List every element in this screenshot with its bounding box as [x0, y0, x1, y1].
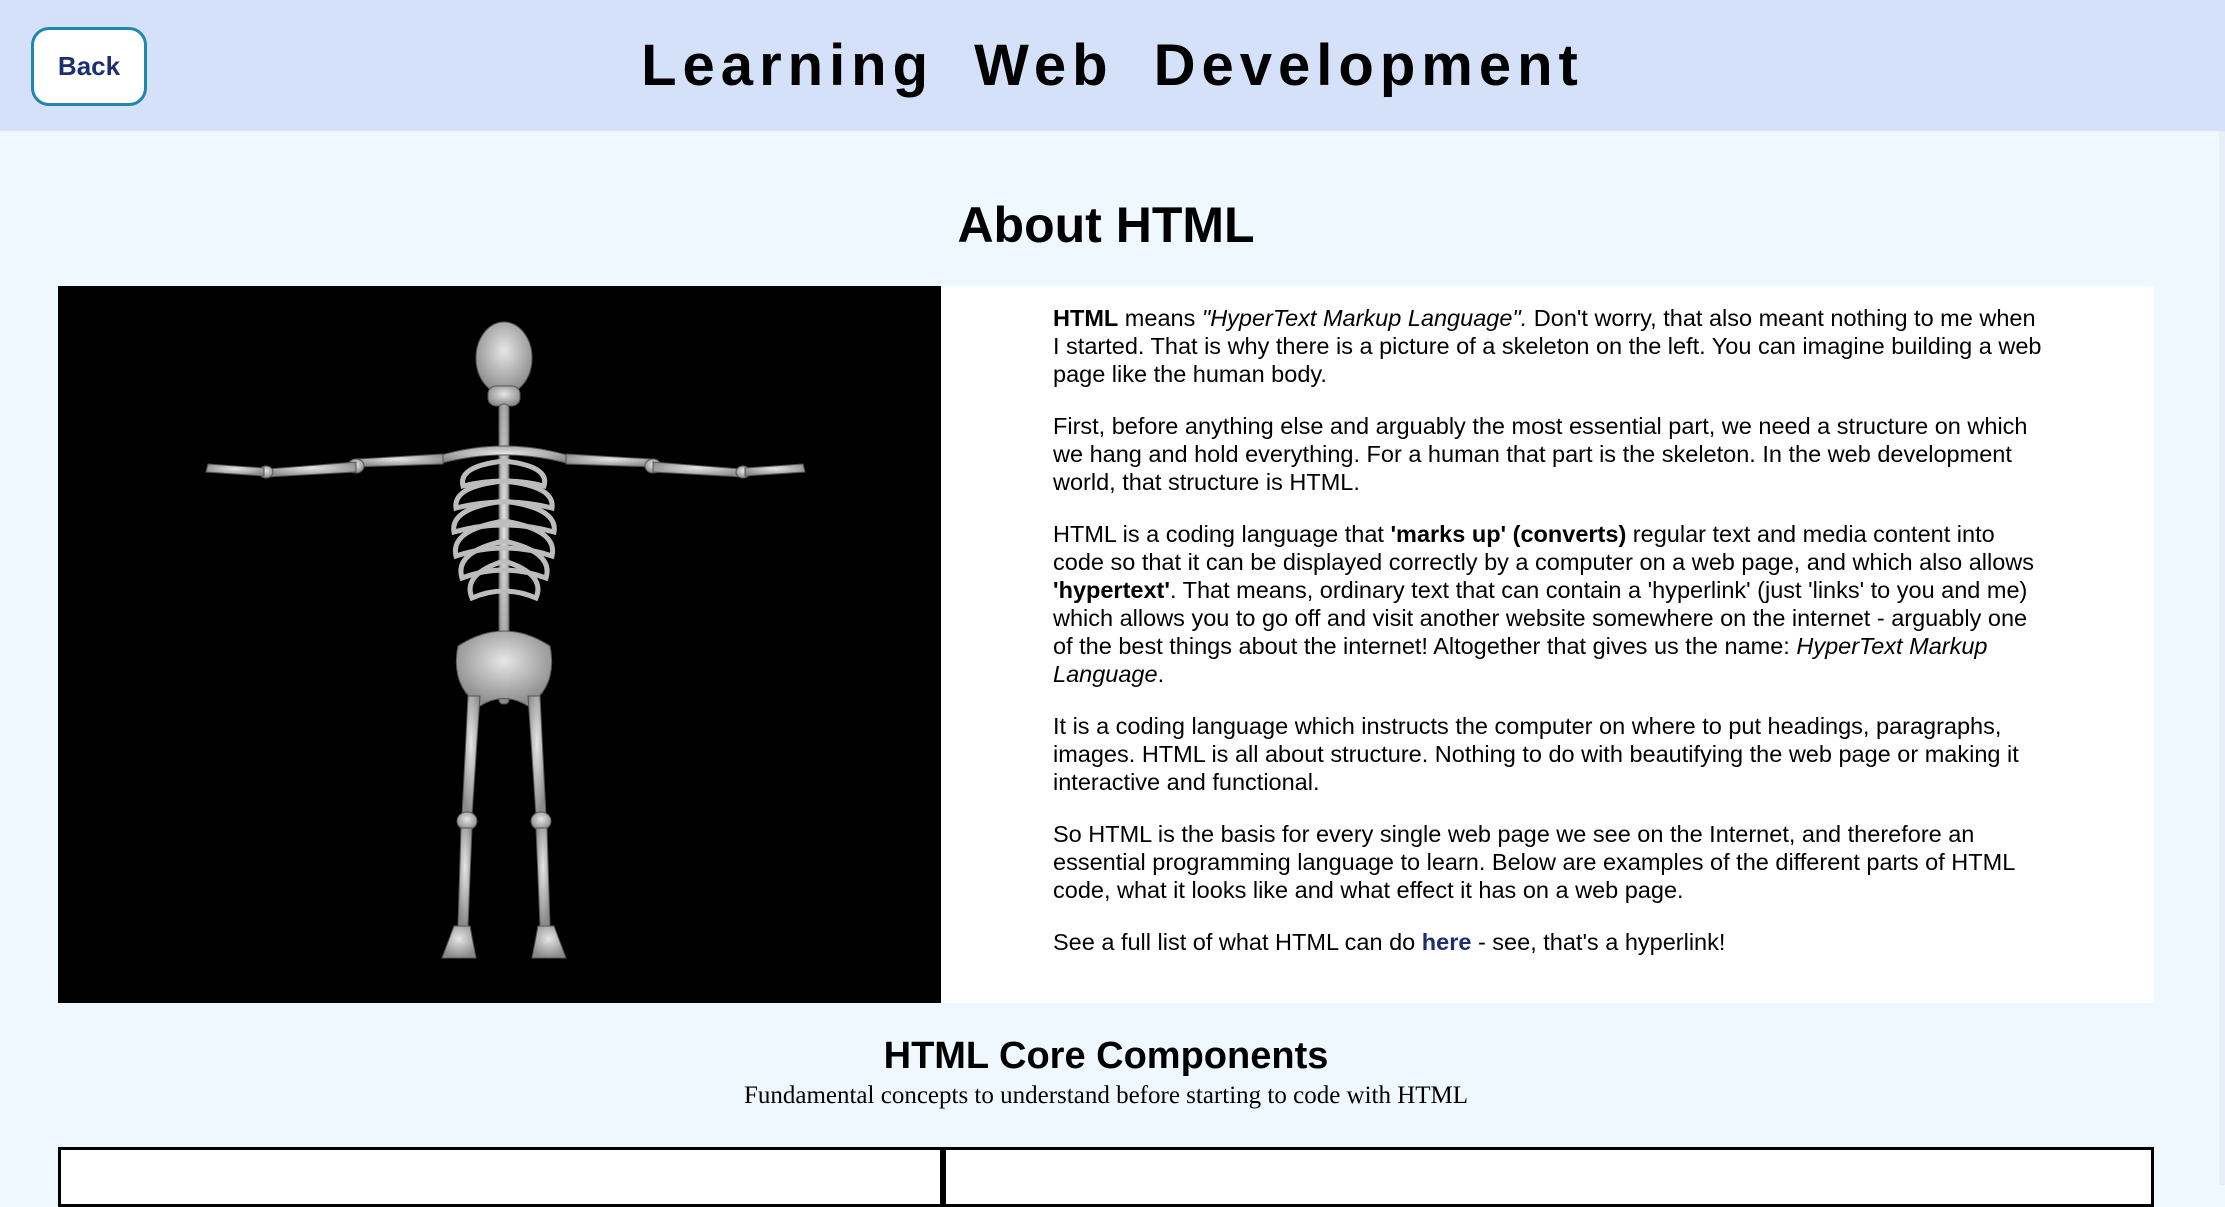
- text-run: - see, that's a hyperlink!: [1471, 929, 1726, 955]
- about-paragraph-5: So HTML is the basis for every single we…: [1053, 821, 2015, 903]
- about-paragraph-2: First, before anything else and arguably…: [1053, 413, 2028, 495]
- top-header-bar: Back Learning Web Development: [0, 0, 2225, 131]
- marks-up-term: 'marks up' (converts): [1390, 521, 1627, 547]
- component-card-right: [941, 1147, 2154, 1207]
- skeleton-illustration: [205, 321, 806, 959]
- about-section-title: About HTML: [957, 197, 1255, 253]
- text-run: HTML is a coding language that: [1053, 521, 1391, 547]
- about-text: HTML means "HyperText Markup Language". …: [1053, 304, 2043, 980]
- text-run: means: [1118, 305, 1202, 331]
- skeleton-image: [58, 286, 941, 1003]
- text-run: .: [1157, 661, 1165, 687]
- core-components-title: HTML Core Components: [883, 1035, 1329, 1077]
- about-paragraph-4: It is a coding language which instructs …: [1053, 713, 2019, 795]
- site-title: Learning Web Development: [641, 33, 1584, 98]
- scrollbar-track[interactable]: [2219, 131, 2225, 1185]
- about-paragraph-1: HTML means "HyperText Markup Language". …: [1053, 304, 2043, 388]
- component-card-left: [58, 1147, 943, 1207]
- here-link[interactable]: here: [1422, 929, 1472, 955]
- about-paragraph-3: HTML is a coding language that 'marks up…: [1053, 520, 2043, 688]
- html-expansion: "HyperText Markup Language".: [1201, 305, 1528, 331]
- text-run: See a full list of what HTML can do: [1053, 929, 1422, 955]
- about-paragraph-6: See a full list of what HTML can do here…: [1053, 928, 2043, 956]
- core-components-subtitle: Fundamental concepts to understand befor…: [743, 1082, 1469, 1109]
- hypertext-term: 'hypertext': [1053, 577, 1170, 603]
- html-term: HTML: [1053, 305, 1119, 331]
